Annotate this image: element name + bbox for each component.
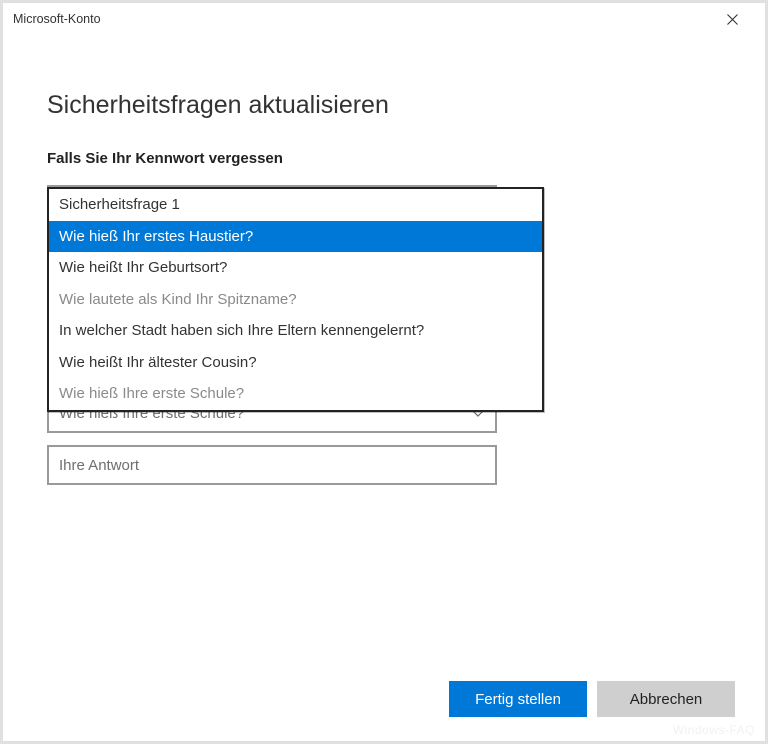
finish-button[interactable]: Fertig stellen: [449, 681, 587, 717]
intro-text: Falls Sie Ihr Kennwort vergessen: [47, 150, 721, 167]
dropdown-option-label: Wie heißt Ihr Geburtsort?: [59, 259, 227, 276]
answer-3-placeholder: Ihre Antwort: [59, 457, 139, 474]
button-row: Fertig stellen Abbrechen: [449, 681, 735, 717]
dropdown-option-label: Wie lautete als Kind Ihr Spitzname?: [59, 291, 297, 308]
close-icon: [727, 14, 738, 25]
dropdown-option-school[interactable]: Wie hieß Ihre erste Schule?: [49, 378, 542, 410]
dropdown-option-label: Wie hieß Ihre erste Schule?: [59, 385, 244, 402]
dropdown-option-label: Wie heißt Ihr ältester Cousin?: [59, 354, 257, 371]
answer-3-input[interactable]: Ihre Antwort: [47, 445, 497, 485]
titlebar: Microsoft-Konto: [3, 3, 765, 35]
dropdown-option-label: Sicherheitsfrage 1: [59, 196, 180, 213]
page-title: Sicherheitsfragen aktualisieren: [47, 91, 721, 120]
dropdown-option-placeholder[interactable]: Sicherheitsfrage 1: [49, 189, 542, 221]
security-question-1-dropdown[interactable]: Sicherheitsfrage 1 Wie hieß Ihr erstes H…: [47, 187, 544, 412]
dropdown-option-nickname[interactable]: Wie lautete als Kind Ihr Spitzname?: [49, 284, 542, 316]
dropdown-option-birthplace[interactable]: Wie heißt Ihr Geburtsort?: [49, 252, 542, 284]
dropdown-option-label: Wie hieß Ihr erstes Haustier?: [59, 228, 253, 245]
dropdown-option-pet[interactable]: Wie hieß Ihr erstes Haustier?: [49, 221, 542, 253]
dropdown-option-label: In welcher Stadt haben sich Ihre Eltern …: [59, 322, 424, 339]
close-button[interactable]: [710, 4, 755, 34]
content-area: Sicherheitsfragen aktualisieren Falls Si…: [3, 35, 765, 741]
window-title: Microsoft-Konto: [13, 12, 101, 26]
dropdown-option-parents-city[interactable]: In welcher Stadt haben sich Ihre Eltern …: [49, 315, 542, 347]
dropdown-option-cousin[interactable]: Wie heißt Ihr ältester Cousin?: [49, 347, 542, 379]
cancel-button[interactable]: Abbrechen: [597, 681, 735, 717]
dialog-window: Microsoft-Konto Sicherheitsfragen aktual…: [0, 0, 768, 744]
